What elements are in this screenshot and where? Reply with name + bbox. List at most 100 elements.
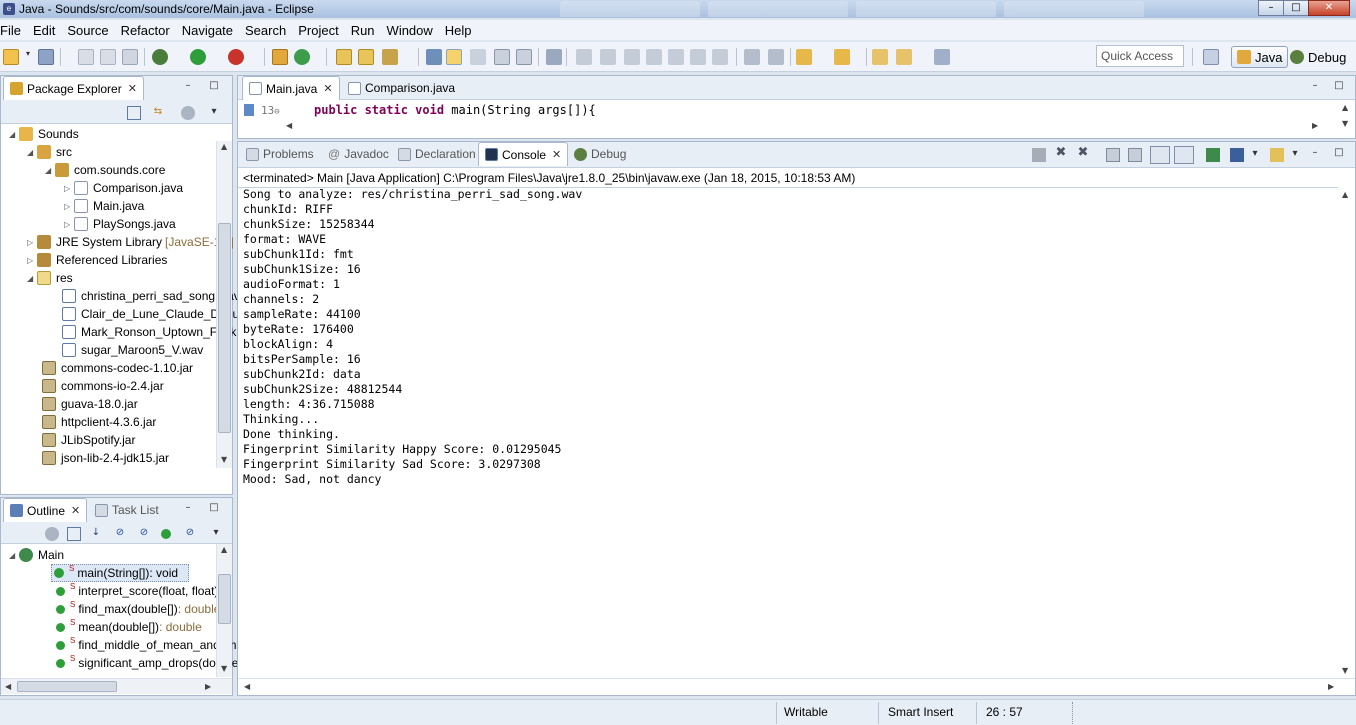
maximize-editor-icon[interactable]: □ xyxy=(1332,80,1346,94)
maximize-view-icon[interactable]: □ xyxy=(207,80,221,94)
minimize-view-icon[interactable]: – xyxy=(181,80,195,94)
external-tools-icon[interactable] xyxy=(228,49,244,65)
tab-problems[interactable]: Problems xyxy=(240,142,320,166)
hide-static-icon[interactable]: ⊘ xyxy=(137,527,151,541)
collapse-arrow-icon[interactable]: ▷ xyxy=(27,238,37,247)
editor-tab-comparison-java[interactable]: Comparison.java xyxy=(342,76,461,100)
expand-arrow-icon[interactable]: ◢ xyxy=(27,274,37,283)
pin-console-icon[interactable] xyxy=(1206,148,1220,162)
filter-icon[interactable] xyxy=(181,106,195,120)
view-menu-icon[interactable]: ▾ xyxy=(207,106,221,120)
editor-tab-main-java[interactable]: Main.java ✕ xyxy=(242,76,340,100)
outline-vertical-scrollbar[interactable]: ▲ ▼ xyxy=(216,544,232,677)
tree-item-package[interactable]: ◢ com.sounds.core xyxy=(45,161,165,179)
terminate-icon[interactable] xyxy=(1032,148,1046,162)
perspective-java-button[interactable]: Java xyxy=(1231,46,1289,68)
scroll-up-icon[interactable]: ▲ xyxy=(1342,190,1348,199)
open-console-icon[interactable] xyxy=(1270,148,1284,162)
menu-project[interactable]: Project xyxy=(298,23,344,38)
menu-run[interactable]: Run xyxy=(351,23,381,38)
editor-horizontal-scrollbar[interactable]: ◀ ▶ xyxy=(282,120,1338,132)
tree-item-referenced-libraries[interactable]: ▷ Referenced Libraries xyxy=(27,251,167,269)
clear-console-icon[interactable] xyxy=(1106,148,1120,162)
menu-refactor[interactable]: Refactor xyxy=(121,23,176,38)
new-icon[interactable] xyxy=(3,49,19,65)
tab-outline[interactable]: Outline ✕ xyxy=(3,498,88,522)
tree-item-audio-4[interactable]: sugar_Maroon5_V.wav xyxy=(62,341,203,359)
tab-javadoc[interactable]: @ Javadoc xyxy=(322,142,395,166)
save-disabled-icon[interactable] xyxy=(78,49,94,65)
outline-member-interpret-score[interactable]: S interpret_score(float, float) xyxy=(56,582,218,600)
tree-item-main[interactable]: ▷ Main.java xyxy=(64,197,144,215)
tree-item-audio-1[interactable]: christina_perri_sad_song.wav xyxy=(62,287,240,305)
menu-help[interactable]: Help xyxy=(445,23,478,38)
scroll-right-icon[interactable]: ▶ xyxy=(1328,682,1334,691)
collapse-arrow-icon[interactable]: ▷ xyxy=(64,184,74,193)
menu-file[interactable]: File xyxy=(0,23,27,38)
close-icon[interactable]: ✕ xyxy=(323,82,332,95)
resume-icon[interactable] xyxy=(576,49,592,65)
chevron-down-icon[interactable]: ▾ xyxy=(1248,148,1262,162)
open-type-icon[interactable] xyxy=(336,49,352,65)
skip-breakpoints-icon[interactable] xyxy=(546,49,562,65)
tab-debug[interactable]: Debug xyxy=(568,142,632,166)
package-explorer-scrollbar[interactable]: ▲ ▼ xyxy=(216,141,232,468)
filter-icon[interactable] xyxy=(45,527,59,541)
tree-item-project[interactable]: ◢ Sounds xyxy=(9,125,79,143)
menu-window[interactable]: Window xyxy=(387,23,439,38)
fold-icon[interactable]: ⊖ xyxy=(274,107,279,117)
view-menu-icon[interactable]: ▾ xyxy=(209,527,223,541)
remove-all-terminated-icon[interactable]: ✖ xyxy=(1076,146,1090,161)
editor-vertical-scrollbar[interactable]: ▲ ▼ xyxy=(1338,101,1354,137)
tree-item-jar-5[interactable]: JLibSpotify.jar xyxy=(42,431,135,449)
sort-icon[interactable]: ↓ xyxy=(89,527,103,541)
tree-item-jar-1[interactable]: commons-codec-1.10.jar xyxy=(42,359,193,377)
scroll-left-icon[interactable]: ◀ xyxy=(286,121,292,130)
chevron-down-icon[interactable]: ▾ xyxy=(1288,148,1302,162)
save-all-icon[interactable] xyxy=(100,49,116,65)
tree-item-jar-2[interactable]: commons-io-2.4.jar xyxy=(42,377,164,395)
outline-member-main[interactable]: S main(String[]) : void xyxy=(51,564,189,582)
last-edit-location-icon[interactable] xyxy=(872,49,888,65)
menu-source[interactable]: Source xyxy=(67,23,114,38)
next-annotation-icon[interactable] xyxy=(796,49,812,65)
tree-item-playsongs[interactable]: ▷ PlaySongs.java xyxy=(64,215,176,233)
outline-class-main[interactable]: ◢ Main xyxy=(9,546,64,564)
scroll-up-icon[interactable]: ▲ xyxy=(1342,103,1348,112)
hide-local-types-icon[interactable]: ⊘ xyxy=(183,527,197,541)
expand-arrow-icon[interactable]: ◢ xyxy=(9,130,19,139)
minimize-editor-icon[interactable]: – xyxy=(1308,80,1322,94)
use-step-filters-icon[interactable] xyxy=(744,49,760,65)
scroll-down-icon[interactable]: ▼ xyxy=(1342,119,1348,128)
tree-item-comparison[interactable]: ▷ Comparison.java xyxy=(64,179,183,197)
hide-fields-icon[interactable]: ⊘ xyxy=(113,527,127,541)
perspective-debug-button[interactable]: Debug xyxy=(1285,46,1351,68)
previous-annotation-icon[interactable] xyxy=(834,49,850,65)
tab-task-list[interactable]: Task List xyxy=(89,498,165,522)
new-class-icon[interactable] xyxy=(294,49,310,65)
maximize-view-icon[interactable]: □ xyxy=(1332,147,1346,161)
outline-member-find-max[interactable]: S find_max(double[]) : double xyxy=(56,600,220,618)
scroll-right-icon[interactable]: ▶ xyxy=(205,682,211,691)
show-whitespace-icon[interactable] xyxy=(516,49,532,65)
menu-navigate[interactable]: Navigate xyxy=(182,23,239,38)
forward-icon[interactable] xyxy=(934,49,950,65)
save-icon[interactable] xyxy=(38,49,54,65)
menu-edit[interactable]: Edit xyxy=(33,23,61,38)
run-icon[interactable] xyxy=(190,49,206,65)
remove-launch-icon[interactable]: ✖ xyxy=(1054,146,1068,161)
minimize-view-icon[interactable]: – xyxy=(181,502,195,516)
scroll-down-icon[interactable]: ▼ xyxy=(1342,666,1348,675)
collapse-arrow-icon[interactable]: ▷ xyxy=(64,220,74,229)
scroll-right-icon[interactable]: ▶ xyxy=(1312,121,1318,130)
new-java-project-icon[interactable] xyxy=(272,49,288,65)
step-into-icon[interactable] xyxy=(668,49,684,65)
quick-access-input[interactable]: Quick Access xyxy=(1096,45,1184,67)
tree-item-src[interactable]: ◢ src xyxy=(27,143,72,161)
minimize-view-icon[interactable]: – xyxy=(1308,147,1322,161)
print-icon[interactable] xyxy=(122,49,138,65)
code-line[interactable]: public static void main(String args[]){ xyxy=(314,103,596,117)
collapse-all-icon[interactable] xyxy=(127,106,141,120)
show-console-stdout-icon[interactable] xyxy=(1150,146,1170,164)
tab-package-explorer[interactable]: Package Explorer ✕ xyxy=(3,76,144,100)
